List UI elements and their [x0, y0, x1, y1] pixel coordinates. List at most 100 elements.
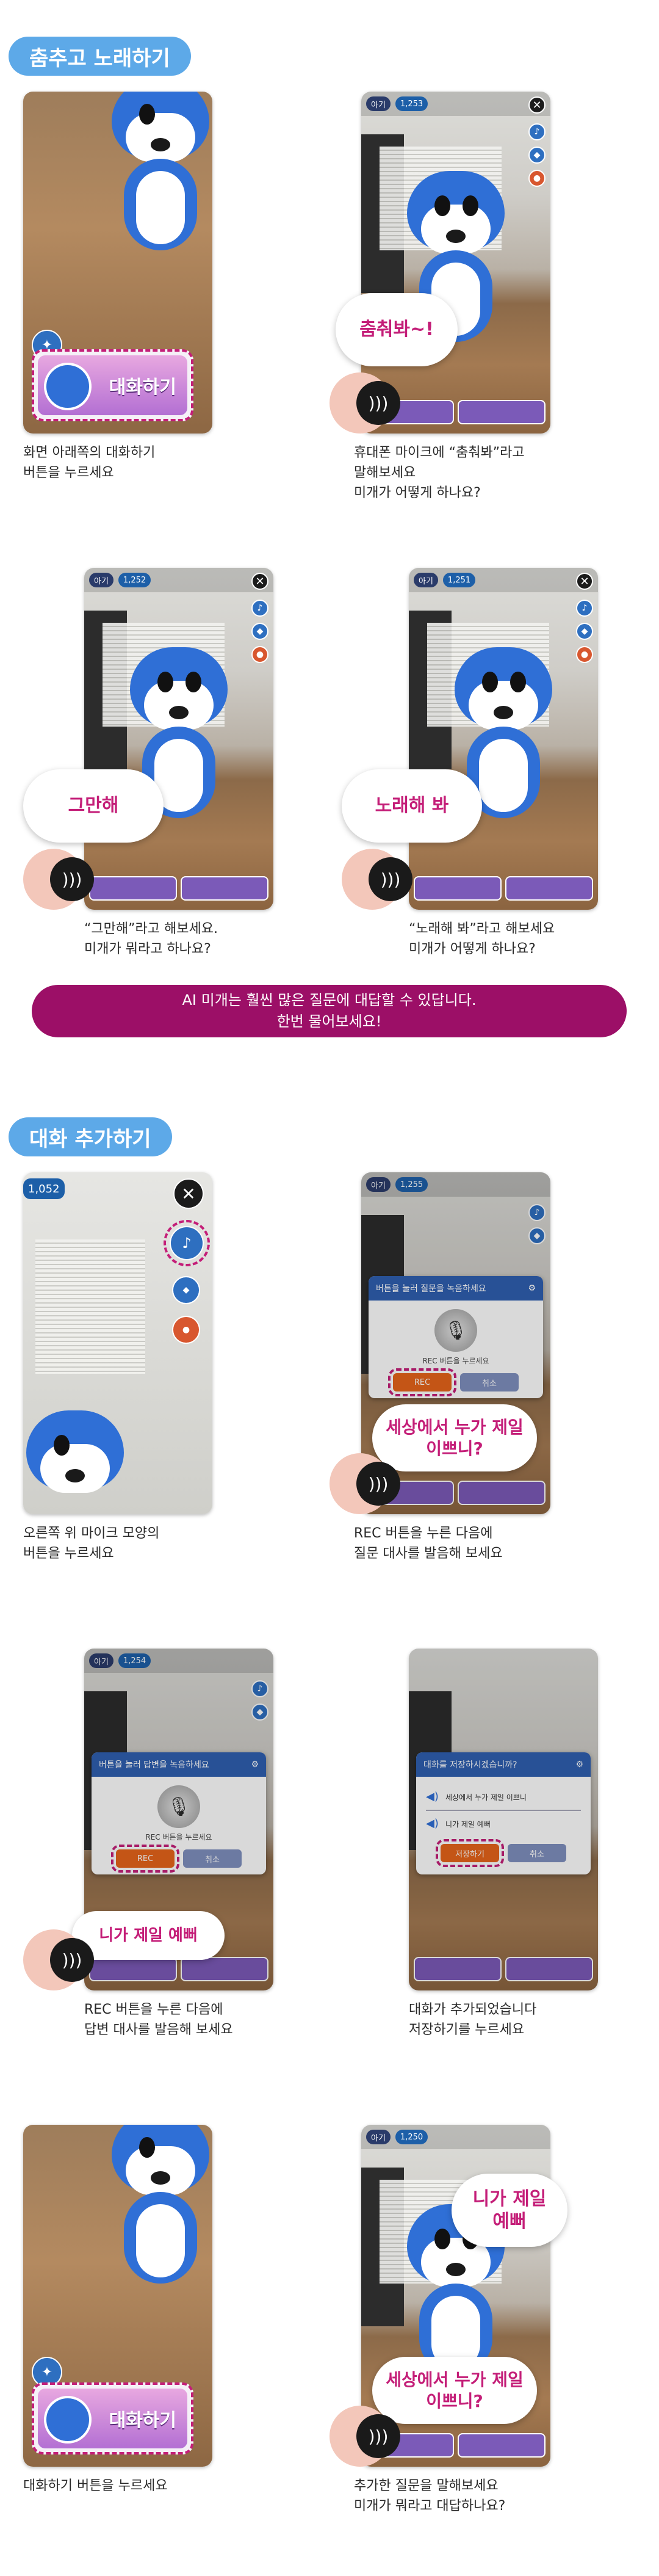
step-card: ✦ 대화하기 대화하기 버튼을 누르세요	[23, 2125, 243, 2494]
record-dialog: 버튼을 눌러 답변을 녹음하세요 ⚙ 🎙 REC 버튼을 누르세요 REC 취소	[92, 1752, 266, 1874]
baby-chip: 아기	[366, 96, 391, 111]
save-dialog: 대화를 저장하시겠습니까? ⚙ ◀) 세상에서 누가 제일 이쁘니 ◀) 니가 제일 …	[416, 1752, 591, 1874]
talk-button[interactable]: 대화하기	[32, 349, 193, 421]
speaker-illustration: )))	[330, 372, 400, 434]
rec-button[interactable]: REC	[111, 1845, 179, 1873]
step-card: 아기 1,253 ✕ ♪ ◆ ● 춤춰봐~! ))) 휴대폰 마이크에 “춤춰봐”라…	[330, 92, 574, 501]
shop-icon[interactable]: ●	[528, 170, 546, 187]
coin-counter: 1,251	[442, 573, 476, 587]
microphone-icon: 🎙	[157, 1785, 200, 1828]
menu-button[interactable]	[89, 876, 177, 901]
speaker-icon[interactable]: ◀)	[426, 1817, 439, 1830]
menu-button[interactable]	[414, 1957, 502, 1981]
speaker-illustration: )))	[342, 849, 412, 910]
step-card: 대화를 저장하시겠습니까? ⚙ ◀) 세상에서 누가 제일 이쁘니 ◀) 니가 제일 …	[342, 1649, 598, 2037]
menu-button[interactable]	[505, 876, 593, 901]
step-caption: 대화가 추가되었습니다 저장하기를 누르세요	[409, 2002, 537, 2037]
menu-button[interactable]	[505, 1957, 593, 1981]
dog-character	[96, 2125, 212, 2314]
shop-icon[interactable]: ●	[251, 646, 268, 663]
shop-icon[interactable]: ●	[172, 1316, 200, 1344]
menu-button[interactable]	[414, 876, 502, 901]
menu-button[interactable]	[458, 400, 546, 424]
save-button[interactable]: 저장하기	[436, 1839, 504, 1867]
cart-icon[interactable]: ◆	[528, 1227, 546, 1244]
speech-bubble: 세상에서 누가 제일 이쁘니?	[372, 1404, 537, 1471]
cart-icon[interactable]: ◆	[251, 1703, 268, 1721]
info-banner: AI 미개는 훨씬 많은 질문에 대답할 수 있답니다. 한번 물어보세요!	[32, 985, 627, 1037]
baby-chip: 아기	[414, 573, 438, 587]
mic-icon[interactable]: ♪	[251, 600, 268, 617]
cart-icon[interactable]: ◆	[576, 623, 593, 640]
step-card: ✦ 대화하기 화면 아래쪽의 대화하기 버튼을 누르세요	[23, 92, 243, 481]
section-title-add: 대화 추가하기	[9, 1117, 172, 1156]
close-icon[interactable]: ✕	[251, 573, 268, 590]
app-screenshot: ✦ 대화하기	[23, 2125, 212, 2467]
step-caption: REC 버튼을 누른 다음에 질문 대사를 발음해 보세요	[354, 1526, 503, 1561]
gear-icon[interactable]: ⚙	[528, 1283, 536, 1293]
rec-button[interactable]: REC	[388, 1368, 456, 1396]
baby-chip: 아기	[89, 1653, 113, 1668]
microphone-icon: 🎙	[434, 1309, 477, 1352]
app-screenshot: 아기 1,253 ✕ ♪ ◆ ●	[361, 92, 550, 434]
close-icon[interactable]: ✕	[576, 573, 593, 590]
app-screenshot: ✦ 대화하기	[23, 92, 212, 434]
close-icon[interactable]: ✕	[528, 96, 546, 114]
app-screenshot: 대화를 저장하시겠습니까? ⚙ ◀) 세상에서 누가 제일 이쁘니 ◀) 니가 제일 …	[409, 1649, 598, 1990]
cancel-button[interactable]: 취소	[183, 1849, 242, 1868]
menu-button[interactable]	[458, 2433, 546, 2458]
speech-bubble: 니가 제일 예뻐	[72, 1911, 225, 1960]
speech-bubble: 그만해	[23, 769, 164, 843]
close-icon[interactable]: ✕	[173, 1178, 204, 1209]
cart-icon[interactable]: ◆	[172, 1276, 200, 1304]
coin-counter: 1,250	[395, 2130, 428, 2144]
app-screenshot: 1,052 ✕ ♪ ◆ ●	[23, 1172, 212, 1514]
step-card: 아기 1,252 ✕ ♪ ◆ ● 그만해 ))) “그만해”라고 해보세요. 미개가 …	[23, 568, 273, 957]
shop-icon[interactable]: ●	[576, 646, 593, 663]
step-card: 아기 1,251 ✕ ♪ ◆ ● 노래해 봐 ))) “노래해 봐”라고 해보세요 미…	[342, 568, 598, 957]
step-caption: REC 버튼을 누른 다음에 답변 대사를 발음해 보세요	[84, 2002, 233, 2037]
step-caption: 오른쪽 위 마이크 모양의 버튼을 누르세요	[23, 1526, 160, 1561]
section-title-dance: 춤추고 노래하기	[9, 37, 191, 76]
cancel-button[interactable]: 취소	[508, 1844, 566, 1862]
mic-icon[interactable]: ♪	[576, 600, 593, 617]
cart-icon[interactable]: ◆	[528, 147, 546, 164]
menu-button[interactable]	[89, 1957, 177, 1981]
step-caption: 대화하기 버튼을 누르세요	[23, 2478, 168, 2494]
coin-counter: 1,253	[395, 96, 428, 111]
speaker-illustration: )))	[330, 2406, 400, 2467]
gear-icon[interactable]: ⚙	[251, 1760, 259, 1769]
speech-bubble: 노래해 봐	[342, 769, 482, 843]
mic-icon[interactable]: ♪	[251, 1680, 268, 1697]
cancel-button[interactable]: 취소	[460, 1373, 519, 1391]
menu-button[interactable]	[181, 1957, 268, 1981]
step-card: 아기 1,250 니가 제일 예뻐 세상에서 누가 제일 이쁘니? ))) 추가한…	[330, 2125, 574, 2514]
app-screenshot: 아기 1,251 ✕ ♪ ◆ ●	[409, 568, 598, 910]
menu-button[interactable]	[458, 1481, 546, 1505]
speaker-icon[interactable]: ◀)	[426, 1790, 439, 1804]
gear-icon[interactable]: ⚙	[575, 1760, 583, 1769]
baby-chip: 아기	[366, 1177, 391, 1192]
step-card: 아기 1,254 ♪ ◆ 버튼을 눌러 답변을 녹음하세요 ⚙ 🎙 REC 버튼을 누…	[23, 1649, 273, 2037]
speaker-illustration: )))	[330, 1453, 400, 1514]
mic-icon[interactable]: ♪	[528, 1204, 546, 1221]
dog-character	[23, 1410, 139, 1514]
dog-character	[96, 92, 212, 281]
baby-chip: 아기	[366, 2130, 391, 2144]
step-card: 아기 1,255 ♪ ◆ 버튼을 눌러 질문을 녹음하세요 ⚙ 🎙 REC 버튼을 누…	[330, 1172, 574, 1561]
coin-counter: 1,252	[118, 573, 151, 587]
talk-button[interactable]: 대화하기	[32, 2382, 193, 2454]
cart-icon[interactable]: ◆	[251, 623, 268, 640]
mic-icon[interactable]: ♪	[528, 123, 546, 140]
step-caption: 휴대폰 마이크에 “춤춰봐”라고 말해보세요 미개가 어떻게 하나요?	[354, 445, 525, 501]
step-caption: “노래해 봐”라고 해보세요 미개가 어떻게 하나요?	[409, 921, 555, 957]
top-bar: 아기 1,253	[361, 92, 550, 116]
speech-bubble: 세상에서 누가 제일 이쁘니?	[372, 2357, 537, 2424]
mic-icon[interactable]: ♪	[164, 1220, 210, 1266]
puppy-avatar	[44, 2396, 92, 2444]
coin-counter: 1,255	[395, 1177, 428, 1192]
menu-button[interactable]	[181, 876, 268, 901]
step-caption: 추가한 질문을 말해보세요 미개가 뭐라고 대답하나요?	[354, 2478, 506, 2514]
speaker-illustration: )))	[23, 1929, 94, 1990]
baby-chip: 아기	[89, 573, 113, 587]
